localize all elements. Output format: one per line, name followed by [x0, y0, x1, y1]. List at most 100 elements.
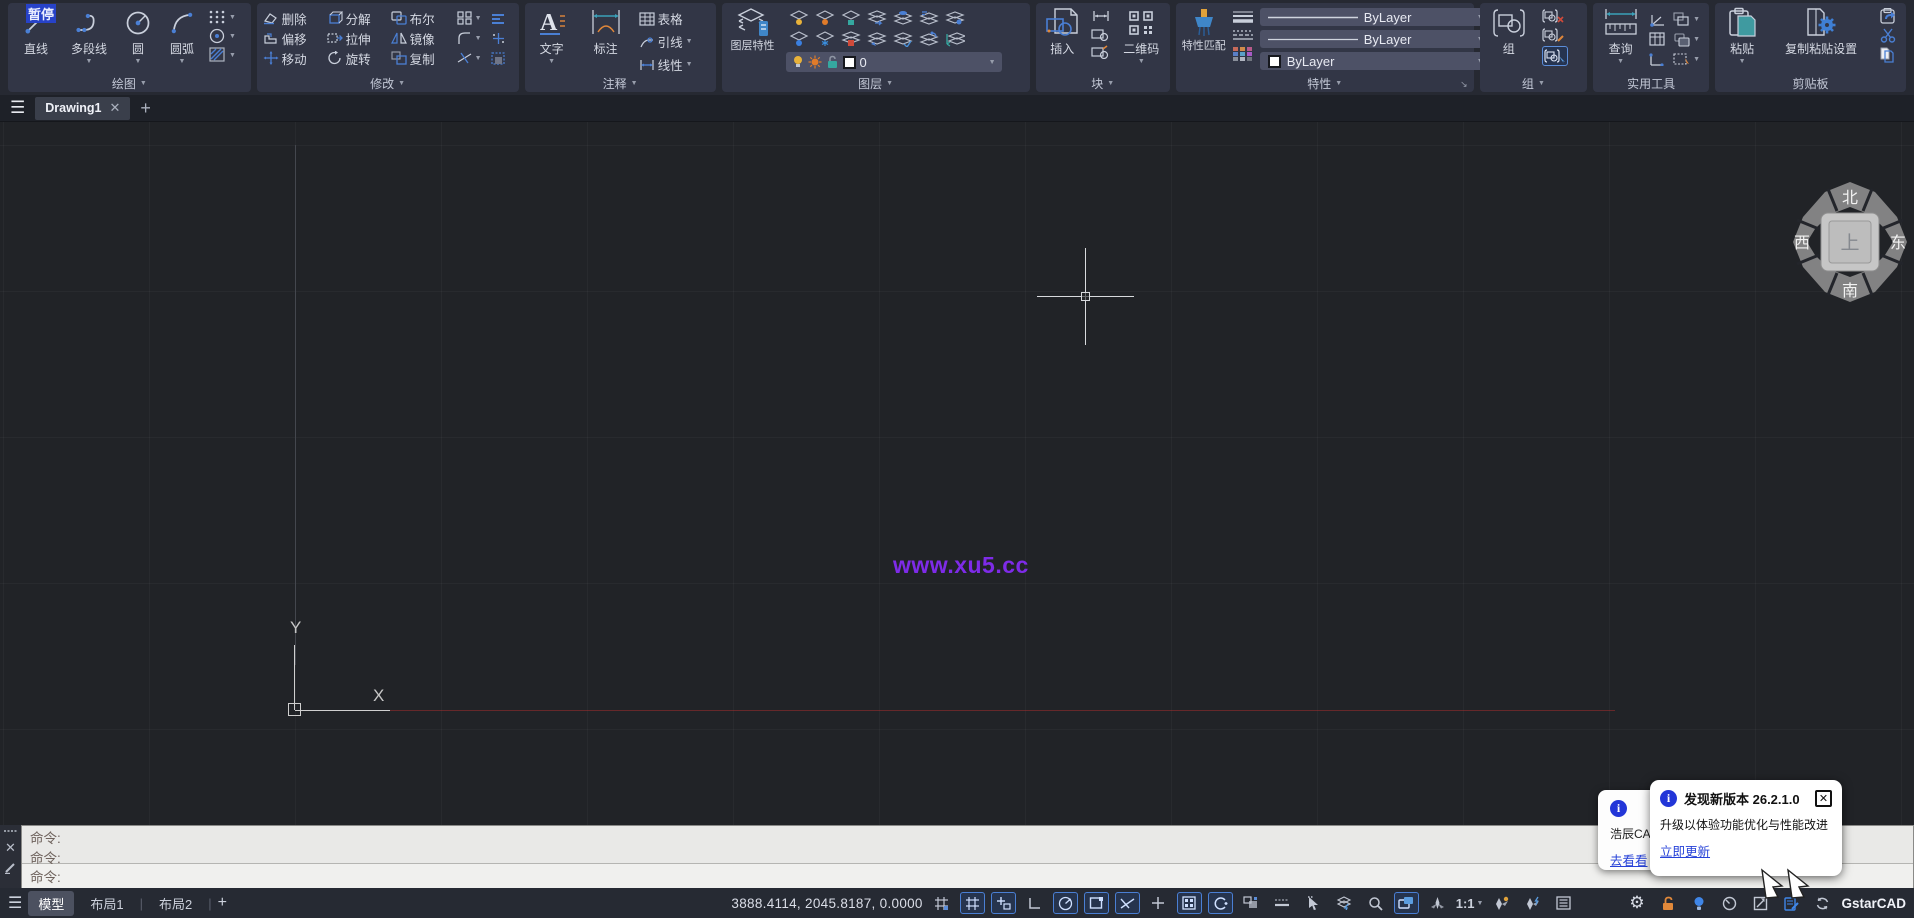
document-tab-drawing1[interactable]: Drawing1 ✕ — [35, 97, 130, 120]
paste-button[interactable]: 粘贴 ▼ — [1721, 7, 1763, 74]
select-similar-button[interactable]: ▼ — [1673, 52, 1700, 67]
copy-clip-button[interactable] — [1879, 47, 1899, 63]
polar-tracking-toggle[interactable] — [1053, 892, 1078, 914]
lineweight-list-icon[interactable] — [1232, 10, 1254, 24]
object-snap-toggle[interactable] — [1084, 892, 1109, 914]
trim-button[interactable]: ▼ — [457, 51, 491, 65]
hardware-acceleration-bulb-icon[interactable] — [1686, 892, 1711, 914]
panel-label-block[interactable]: 块 ▼ — [1036, 74, 1170, 92]
navigation-compass[interactable]: 北 南 西 东 上 — [1787, 179, 1913, 305]
scale-button[interactable] — [491, 52, 517, 65]
layer-prev-button[interactable] — [919, 10, 939, 26]
layer-unlock-button[interactable] — [841, 31, 861, 47]
menu-hamburger-icon[interactable]: ☰ — [10, 98, 25, 118]
layout1-tab[interactable]: 布局1 — [80, 891, 133, 916]
circle-button[interactable]: 圆 ▼ — [120, 7, 156, 74]
block-base-button[interactable] — [1091, 9, 1111, 23]
command-history-icon[interactable] — [4, 829, 18, 835]
polyline-button[interactable]: 多段线 ▼ — [63, 7, 115, 74]
layer-off-button[interactable] — [789, 31, 809, 47]
explode-button[interactable]: 分解 — [327, 9, 391, 28]
notification-update-link[interactable]: 立即更新 — [1660, 841, 1710, 860]
panel-label-group[interactable]: 组 ▼ — [1480, 74, 1587, 92]
layer-properties-button[interactable]: 图层特性 — [728, 7, 778, 74]
copy-button[interactable]: 复制 — [391, 49, 457, 68]
panel-label-clipboard[interactable]: 剪贴板 — [1715, 74, 1906, 92]
panel-label-properties[interactable]: 特性 ▼ ↘ — [1176, 74, 1474, 92]
auto-annotation-icon[interactable] — [1520, 892, 1545, 914]
new-layout-button[interactable]: + — [218, 894, 227, 912]
unlock-icon[interactable] — [1655, 892, 1680, 914]
layer-merge-button[interactable] — [945, 31, 965, 47]
model-tab[interactable]: 模型 — [28, 891, 74, 916]
linetype-dropdown[interactable]: ByLayer ▼ — [1260, 30, 1492, 48]
notification-back-link[interactable]: 去看看 — [1610, 850, 1648, 869]
table-button[interactable]: 表格 — [639, 9, 693, 28]
panel-label-modify[interactable]: 修改 ▼ — [257, 74, 519, 92]
fillet-button[interactable]: ▼ — [457, 31, 491, 45]
layer-walk-button[interactable] — [919, 31, 939, 47]
group-selection-toggle[interactable] — [1542, 46, 1568, 66]
boolean-button[interactable]: 布尔 — [391, 9, 457, 28]
close-command-icon[interactable]: ✕ — [5, 840, 16, 856]
panel-label-annotation[interactable]: 注释 ▼ — [525, 74, 716, 92]
insert-block-button[interactable]: 插入 — [1042, 7, 1083, 74]
panel-label-draw[interactable]: 绘图 ▼ — [8, 74, 251, 92]
zoom-tool-icon[interactable] — [1363, 892, 1388, 914]
layer-isolate-status-icon[interactable] — [1332, 892, 1357, 914]
rotate-button[interactable]: 旋转 — [327, 49, 391, 68]
layer-unisolate-button[interactable] — [893, 31, 913, 47]
array-button[interactable]: ▼ — [457, 11, 491, 25]
lineweight-dropdown[interactable]: ByLayer ▼ — [1260, 8, 1492, 26]
cut-button[interactable] — [1879, 28, 1899, 43]
properties-list-icon[interactable] — [1551, 892, 1576, 914]
annotation-visibility-icon[interactable] — [1489, 892, 1514, 914]
workspace-icon[interactable] — [1425, 892, 1450, 914]
layer-thaw-button[interactable] — [815, 31, 835, 47]
layer-isolate-button[interactable] — [867, 31, 887, 47]
close-notification-button[interactable]: ✕ — [1815, 790, 1832, 807]
hatch-button[interactable]: ▼ — [208, 47, 236, 63]
paste-special-button[interactable] — [1879, 8, 1899, 24]
group-edit-button[interactable] — [1542, 27, 1568, 43]
layer-lock-button[interactable] — [841, 10, 861, 26]
object-snap-tracking-toggle[interactable] — [1115, 892, 1140, 914]
snap-settings-icon[interactable] — [929, 892, 954, 914]
panel-label-utilities[interactable]: 实用工具 — [1593, 74, 1709, 92]
new-tab-button[interactable]: + — [140, 98, 151, 119]
erase-button[interactable]: 删除 — [263, 9, 327, 28]
qr-code-button[interactable]: 二维码 ▼ — [1119, 7, 1164, 74]
inquiry-button[interactable]: 查询 ▼ — [1599, 7, 1642, 74]
selection-cycling-icon[interactable] — [1301, 892, 1326, 914]
block-attr-button[interactable] — [1091, 45, 1111, 59]
status-menu-icon[interactable]: ☰ — [8, 893, 22, 913]
linetype-list-icon[interactable] — [1232, 29, 1254, 41]
corner-measure-button[interactable] — [1649, 52, 1665, 66]
paste-block-button[interactable]: ▼ — [1673, 32, 1700, 47]
group-button[interactable]: 组 — [1486, 7, 1532, 74]
offset-button[interactable]: 偏移 — [263, 29, 327, 48]
close-tab-icon[interactable]: ✕ — [110, 100, 121, 116]
leader-button[interactable]: 引线 ▼ — [639, 32, 693, 51]
dynamic-ucs-toggle[interactable] — [1208, 892, 1233, 914]
settings-gear-icon[interactable]: ⚙ — [1624, 892, 1649, 914]
layer-freeze-button[interactable] — [815, 10, 835, 26]
move-button[interactable]: 移动 — [263, 49, 327, 68]
block-edit-button[interactable] — [1091, 27, 1111, 41]
layout2-tab[interactable]: 布局2 — [149, 891, 202, 916]
lineweight-display-toggle[interactable] — [1270, 892, 1295, 914]
sync-icon[interactable] — [1810, 892, 1835, 914]
layer-on-button[interactable] — [789, 10, 809, 26]
color-dropdown[interactable]: ByLayer ▼ — [1260, 52, 1492, 70]
performance-monitor-icon[interactable] — [1717, 892, 1742, 914]
arc-button[interactable]: 圆弧 ▼ — [161, 7, 203, 74]
point-button[interactable]: ▼ — [208, 9, 236, 25]
layer-current-button[interactable] — [893, 10, 913, 26]
match-properties-button[interactable]: 特性匹配 — [1182, 7, 1226, 74]
divide-button[interactable] — [491, 32, 517, 45]
panel-label-layer[interactable]: 图层 ▼ — [722, 74, 1030, 92]
text-button[interactable]: A 文字 ▼ — [531, 7, 573, 74]
mirror-button[interactable]: 镜像 — [391, 29, 457, 48]
quick-copy-button[interactable]: ▼ — [1673, 12, 1700, 27]
angle-measure-button[interactable] — [1649, 12, 1667, 27]
